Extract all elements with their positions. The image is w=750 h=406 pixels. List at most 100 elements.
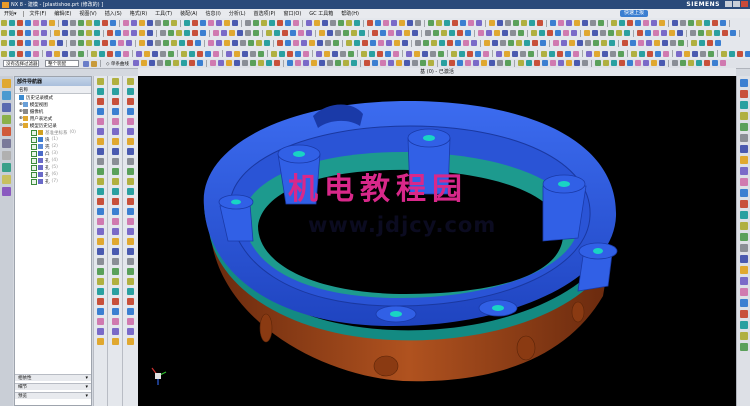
toolbar-tool-icon[interactable] [639,50,645,57]
feature-tool-icon[interactable] [97,158,104,165]
toolbar-tool-icon[interactable] [277,20,283,26]
toolbar-tool-icon[interactable] [250,50,256,57]
selection-tool-icon[interactable] [148,60,155,66]
toolbar-tool-icon[interactable] [662,40,668,46]
selection-tool-icon[interactable] [411,60,418,66]
toolbar-tool-icon[interactable] [404,30,410,36]
toolbar-tool-icon[interactable] [155,20,161,26]
feature-tool-icon[interactable] [97,198,104,205]
toolbar-tool-icon[interactable] [351,30,357,36]
menu-view[interactable]: 视图(V) [75,10,100,17]
feature-tool-icon[interactable] [111,168,119,175]
feature-tool-icon[interactable] [127,138,134,145]
toolbar-tool-icon[interactable] [110,40,116,46]
toolbar-tool-icon[interactable] [380,30,386,36]
toolbar-tool-icon[interactable] [504,50,510,57]
feature-tool-icon[interactable] [111,308,119,315]
roles-icon[interactable] [2,175,11,184]
selection-tool-icon[interactable] [581,60,588,66]
toolbar-tool-icon[interactable] [627,20,633,26]
toolbar-tool-icon[interactable] [659,20,665,26]
toolbar-tool-icon[interactable] [216,20,222,26]
toolbar-tool-icon[interactable] [285,20,291,26]
toolbar-tool-icon[interactable] [654,40,660,46]
feature-tool-icon[interactable] [97,128,104,135]
toolbar-tool-icon[interactable] [540,40,546,46]
selection-tool-icon[interactable] [140,60,147,66]
toolbar-tool-icon[interactable] [415,40,421,46]
feature-tool-icon[interactable] [97,138,104,145]
toolbar-tool-icon[interactable] [208,40,214,46]
quick-report-button[interactable]: 快速上报 [619,10,648,17]
toolbar-tool-icon[interactable] [574,20,580,26]
toolbar-tool-icon[interactable] [500,40,506,46]
toolbar-tool-icon[interactable] [672,20,678,26]
toolbar-tool-icon[interactable] [54,30,60,36]
feature-tool-icon[interactable] [127,108,134,115]
selection-tool-icon[interactable] [188,60,195,66]
selection-tool-icon[interactable] [302,60,309,66]
toolbar-tool-icon[interactable] [78,30,84,36]
toolbar-tool-icon[interactable] [430,50,436,57]
render-tool-icon[interactable] [740,123,748,131]
toolbar-tool-icon[interactable] [635,20,641,26]
toolbar-tool-icon[interactable] [449,30,455,36]
toolbar-tool-icon[interactable] [712,20,718,26]
selection-tool-icon[interactable] [634,60,641,66]
toolbar-tool-icon[interactable] [619,20,625,26]
toolbar-tool-icon[interactable] [253,20,259,26]
feature-tool-icon[interactable] [111,148,119,155]
feature-tool-icon[interactable] [97,108,104,115]
render-tool-icon[interactable] [740,167,748,175]
selection-tool-icon[interactable] [549,60,556,66]
toolbar-tool-icon[interactable] [722,30,728,36]
feature-tool-icon[interactable] [97,78,104,85]
toolbar-tool-icon[interactable] [192,20,198,26]
tree-row[interactable]: 壳 (2) [15,143,91,150]
toolbar-tool-icon[interactable] [33,40,39,46]
feature-tool-icon[interactable] [97,308,104,315]
toolbar-tool-icon[interactable] [555,30,561,36]
toolbar-tool-icon[interactable] [9,50,15,57]
toolbar-tool-icon[interactable] [385,50,391,57]
toolbar-tool-icon[interactable] [475,50,481,57]
toolbar-tool-icon[interactable] [298,30,304,36]
selection-tool-icon[interactable] [464,60,471,66]
toolbar-tool-icon[interactable] [700,50,706,57]
toolbar-tool-icon[interactable] [494,30,500,36]
toolbar-tool-icon[interactable] [541,50,547,57]
toolbar-tool-icon[interactable] [676,50,682,57]
toolbar-tool-icon[interactable] [359,30,365,36]
toolbar-tool-icon[interactable] [197,50,203,57]
toolbar-tool-icon[interactable] [550,20,556,26]
feature-tool-icon[interactable] [127,258,134,265]
tree-row[interactable]: 块 (1) [15,136,91,143]
toolbar-tool-icon[interactable] [698,30,704,36]
toolbar-tool-icon[interactable] [414,50,420,57]
toolbar-tool-icon[interactable] [547,30,553,36]
selection-tool-icon[interactable] [504,60,511,66]
toolbar-tool-icon[interactable] [441,30,447,36]
toolbar-tool-icon[interactable] [680,20,686,26]
selection-tool-icon[interactable] [350,60,357,66]
toolbar-tool-icon[interactable] [438,50,444,57]
toolbar-tool-icon[interactable] [139,30,145,36]
toolbar-tool-icon[interactable] [586,50,592,57]
selection-tool-icon[interactable] [533,60,540,66]
toolbar-tool-icon[interactable] [444,20,450,26]
toolbar-tool-icon[interactable] [25,50,31,57]
toolbar-tool-icon[interactable] [86,40,92,46]
toolbar-tool-icon[interactable] [369,50,375,57]
selection-tool-icon[interactable] [310,60,317,66]
feature-tool-icon[interactable] [127,338,134,345]
feature-tool-icon[interactable] [97,238,104,245]
toolbar-tool-icon[interactable] [393,50,399,57]
toolbar-tool-icon[interactable] [651,20,657,26]
toolbar-tool-icon[interactable] [566,20,572,26]
toolbar-tool-icon[interactable] [402,40,408,46]
render-tool-icon[interactable] [740,156,748,164]
toolbar-tool-icon[interactable] [524,40,530,46]
selection-tool-icon[interactable] [286,60,293,66]
toolbar-tool-icon[interactable] [571,30,577,36]
toolbar-tool-icon[interactable] [637,30,643,36]
